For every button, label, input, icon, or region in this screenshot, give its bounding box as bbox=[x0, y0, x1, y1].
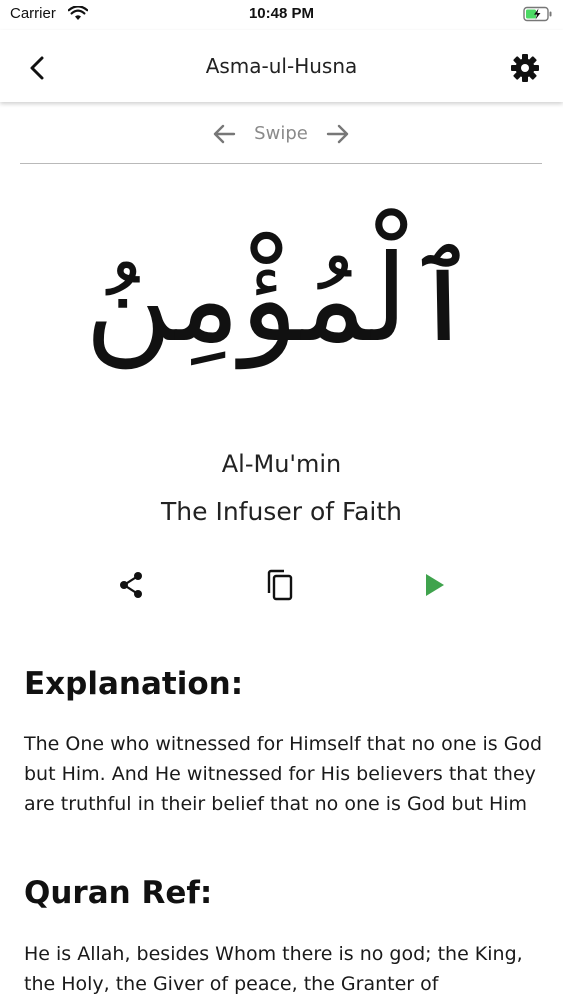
quran-ref-text: He is Allah, besides Whom there is no go… bbox=[24, 943, 523, 995]
page-title: Asma-ul-Husna bbox=[205, 54, 358, 78]
battery-charging-icon bbox=[523, 6, 553, 26]
arrow-left-icon bbox=[213, 124, 236, 144]
explanation-heading: Explanation: bbox=[24, 666, 244, 702]
name-transliteration: Al-Mu'min bbox=[221, 450, 342, 478]
copy-icon bbox=[267, 569, 293, 601]
settings-button[interactable] bbox=[507, 50, 543, 86]
status-bar: Carrier 10:48 PM bbox=[0, 0, 563, 30]
back-button[interactable] bbox=[20, 50, 56, 86]
share-icon bbox=[120, 572, 142, 598]
play-audio-button[interactable] bbox=[416, 568, 450, 602]
swipe-label: Swipe bbox=[254, 123, 308, 144]
clock-time: 10:48 PM bbox=[248, 5, 315, 22]
navigation-bar: Asma-ul-Husna bbox=[0, 30, 563, 102]
name-meaning: The Infuser of Faith bbox=[161, 497, 402, 526]
swipe-navigation: Swipe bbox=[20, 112, 542, 164]
play-icon bbox=[426, 574, 444, 596]
arrow-right-icon bbox=[326, 124, 349, 144]
gear-icon bbox=[511, 54, 539, 82]
share-button[interactable] bbox=[114, 568, 148, 602]
next-name-button[interactable] bbox=[324, 122, 352, 146]
previous-name-button[interactable] bbox=[210, 122, 238, 146]
arabic-name-calligraphy: ٱلْمُؤْمِنُ bbox=[84, 230, 479, 369]
chevron-left-icon bbox=[30, 56, 44, 80]
copy-button[interactable] bbox=[264, 568, 298, 602]
explanation-text: The One who witnessed for Himself that n… bbox=[24, 733, 543, 815]
quran-ref-heading: Quran Ref: bbox=[24, 875, 213, 911]
